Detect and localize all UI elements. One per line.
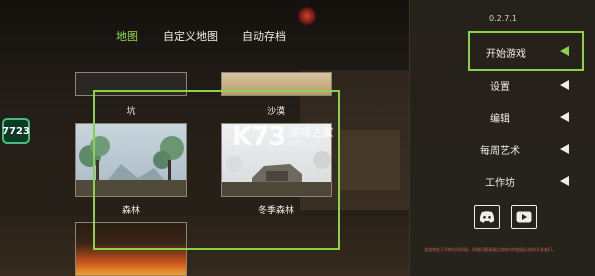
- editor-label: 编辑: [490, 114, 510, 125]
- weekly-art-button[interactable]: 每周艺术: [410, 139, 595, 159]
- discord-icon: [479, 211, 495, 223]
- arrow-left-icon: [560, 112, 569, 122]
- arrow-left-icon: [560, 144, 569, 154]
- map-label-pit: 坑: [126, 107, 136, 117]
- start-game-button[interactable]: 开始游戏: [468, 31, 584, 71]
- map-thumbnail-winter-forest[interactable]: [221, 123, 332, 197]
- arrow-left-icon: [560, 80, 569, 90]
- map-label-forest: 森林: [121, 206, 140, 216]
- tab-custom-maps[interactable]: 自定义地图: [163, 28, 218, 44]
- red-lamp-icon: [298, 7, 316, 25]
- main-menu-panel: 0.2.7.1 开始游戏 设置 编辑 每周艺术 工作坊: [409, 0, 595, 276]
- start-game-label: 开始游戏: [486, 49, 526, 60]
- settings-button[interactable]: 设置: [410, 75, 595, 95]
- map-label-winter-forest: 冬季森林: [257, 206, 294, 216]
- map-thumbnail-pit[interactable]: [75, 72, 187, 96]
- arrow-left-icon: [560, 176, 569, 186]
- map-thumbnail-desert[interactable]: [221, 72, 332, 96]
- settings-label: 设置: [490, 82, 510, 93]
- workshop-button[interactable]: 工作坊: [410, 171, 595, 191]
- background-floor: [0, 216, 410, 276]
- tab-autosave[interactable]: 自动存档: [242, 28, 286, 44]
- app-badge-7723[interactable]: 7723: [2, 118, 30, 144]
- editor-button[interactable]: 编辑: [410, 107, 595, 127]
- arrow-left-icon: [560, 46, 569, 56]
- youtube-icon: [516, 211, 532, 223]
- map-thumbnail-next[interactable]: [75, 222, 187, 276]
- tab-maps[interactable]: 地图: [116, 28, 138, 44]
- discord-button[interactable]: [474, 205, 500, 229]
- version-label: 0.2.7.1: [489, 14, 517, 23]
- early-access-notice: 该游戏处于早期访问阶段，如遇问题请通过游戏内的链接反馈给开发者们。: [424, 247, 556, 252]
- background-crate: [340, 130, 400, 190]
- map-label-desert: 沙漠: [266, 107, 285, 117]
- map-thumbnail-forest[interactable]: [75, 123, 187, 197]
- weekly-art-label: 每周艺术: [480, 146, 520, 157]
- workshop-label: 工作坊: [485, 178, 515, 189]
- youtube-button[interactable]: [511, 205, 537, 229]
